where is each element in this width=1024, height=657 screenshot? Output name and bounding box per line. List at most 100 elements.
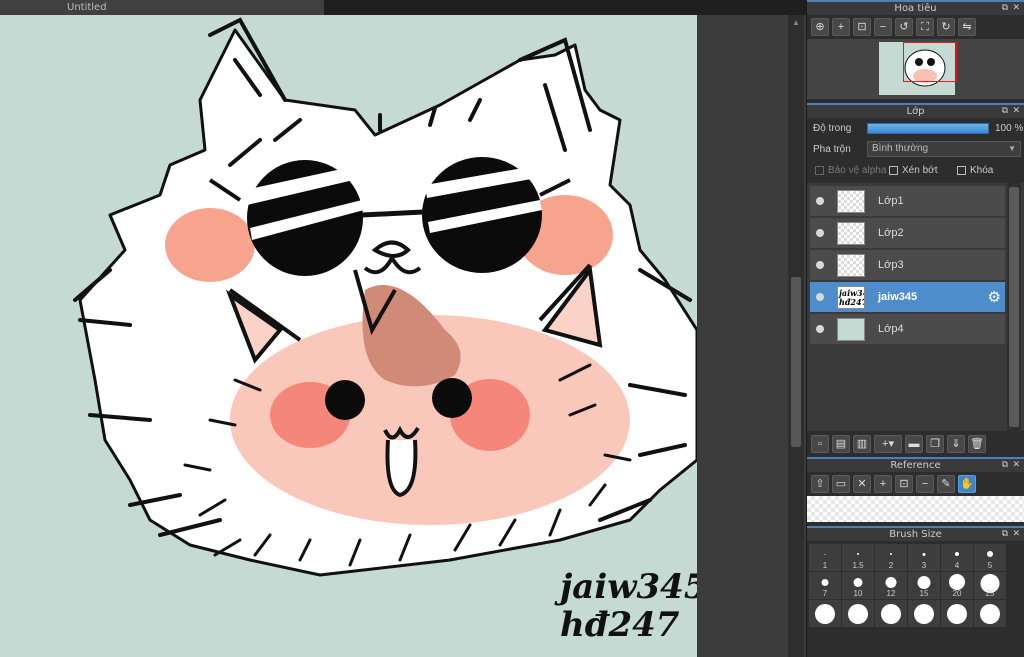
brush-size-title: Brush Size (889, 529, 942, 540)
protect-alpha-checkbox[interactable]: Bảo vệ alpha (815, 165, 886, 176)
brush-size-cell[interactable] (842, 600, 874, 627)
duplicate-layer-icon[interactable]: ❐ (926, 435, 944, 453)
navigator-preview[interactable] (807, 39, 1024, 99)
upload-icon[interactable]: ⇧ (811, 475, 829, 493)
reference-canvas[interactable] (807, 496, 1024, 522)
artboard[interactable]: jaiw345 hđ247 (0, 15, 697, 657)
layer-thumbnail (837, 190, 865, 213)
brush-size-cell[interactable]: 25 (974, 572, 1006, 599)
brush-size-cell[interactable]: 7 (809, 572, 841, 599)
reference-panel: Reference ⧉ ✕ ⇧ ▭ ✕ + ⊡ − ✎ ✋ (807, 457, 1024, 522)
zoom-in-icon[interactable]: + (874, 475, 892, 493)
navigator-header: Hoa tiêu ⧉ ✕ (807, 0, 1024, 15)
brush-size-cell[interactable] (809, 600, 841, 627)
visibility-eye-icon[interactable] (816, 229, 824, 237)
brush-size-cell[interactable]: 5 (974, 544, 1006, 571)
brush-size-cell[interactable]: 10 (842, 572, 874, 599)
brush-size-label: 10 (853, 589, 863, 598)
canvas-vertical-scrollbar[interactable]: ▲ (788, 15, 804, 657)
zoom-fit-icon[interactable]: ⊕ (811, 18, 829, 36)
layer-row[interactable]: Lớp3 (810, 250, 1005, 281)
brush-size-cell[interactable]: 3 (908, 544, 940, 571)
layer-thumbnail: jaiw345 hđ247 (837, 286, 865, 309)
layer-name: Lớp3 (878, 259, 904, 271)
hand-icon[interactable]: ✋ (958, 475, 976, 493)
brush-size-cell[interactable]: 1 (809, 544, 841, 571)
brush-size-label: 12 (886, 589, 896, 598)
undock-icon[interactable]: ⧉ (1002, 105, 1008, 118)
rotate-left-icon[interactable]: ↺ (895, 18, 913, 36)
zoom-out-icon[interactable]: − (874, 18, 892, 36)
new-layer-8bit-icon[interactable]: ▤ (832, 435, 850, 453)
blend-label: Pha trộn (813, 144, 851, 155)
merge-layer-icon[interactable]: ⇓ (947, 435, 965, 453)
fit-window-icon[interactable]: ⊡ (895, 475, 913, 493)
scroll-up-icon[interactable]: ▲ (791, 18, 801, 28)
undock-icon[interactable]: ⧉ (1002, 528, 1008, 541)
delete-layer-icon[interactable]: 🗑 (968, 435, 986, 453)
zoom-out-icon[interactable]: − (916, 475, 934, 493)
brush-size-cell[interactable]: 2 (875, 544, 907, 571)
close-icon[interactable]: ✕ (1012, 105, 1020, 118)
canvas-area[interactable]: Untitled jaiw345 hđ247 ▲ (0, 0, 806, 657)
brush-size-cell[interactable] (974, 600, 1006, 627)
brush-dot-icon (824, 553, 826, 555)
document-tab[interactable]: Untitled (0, 0, 324, 15)
folder-icon[interactable]: ▬ (905, 435, 923, 453)
brush-size-cell[interactable]: 4 (941, 544, 973, 571)
new-layer-1bit-icon[interactable]: ▥ (853, 435, 871, 453)
undock-icon[interactable]: ⧉ (1002, 2, 1008, 15)
brush-size-cell[interactable]: 15 (908, 572, 940, 599)
close-icon[interactable]: ✕ (1012, 459, 1020, 472)
fullscreen-icon[interactable]: ⛶ (916, 18, 934, 36)
layer-row-selected[interactable]: jaiw345 hđ247 jaiw345 ⚙ (810, 282, 1005, 313)
brush-dot-icon (890, 553, 892, 555)
brush-size-cell[interactable]: 1.5 (842, 544, 874, 571)
close-reference-icon[interactable]: ✕ (853, 475, 871, 493)
layer-row[interactable]: Lớp1 (810, 186, 1005, 217)
brush-size-cell[interactable]: 12 (875, 572, 907, 599)
layer-scroll-thumb[interactable] (1009, 187, 1019, 427)
brush-size-cell[interactable] (908, 600, 940, 627)
visibility-eye-icon[interactable] (816, 325, 824, 333)
brush-size-cell[interactable] (941, 600, 973, 627)
undock-icon[interactable]: ⧉ (1002, 459, 1008, 472)
opacity-label: Độ trong (813, 123, 852, 134)
opacity-slider[interactable] (867, 123, 989, 134)
brush-size-cell[interactable]: 20 (941, 572, 973, 599)
visibility-eye-icon[interactable] (816, 197, 824, 205)
brush-size-label: 7 (822, 589, 828, 598)
visibility-eye-icon[interactable] (816, 261, 824, 269)
brush-size-label: 15 (919, 589, 929, 598)
fit-window-icon[interactable]: ⊡ (853, 18, 871, 36)
close-icon[interactable]: ✕ (1012, 528, 1020, 541)
visibility-eye-icon[interactable] (816, 293, 824, 301)
layer-name: Lớp4 (878, 323, 904, 335)
flip-icon[interactable]: ⇋ (958, 18, 976, 36)
new-layer-icon[interactable]: ▫ (811, 435, 829, 453)
rotate-right-icon[interactable]: ↻ (937, 18, 955, 36)
blend-mode-select[interactable]: Bình thường ▼ (867, 141, 1021, 157)
brush-size-header: Brush Size ⧉ ✕ (807, 526, 1024, 541)
close-icon[interactable]: ✕ (1012, 2, 1020, 15)
zoom-in-icon[interactable]: + (832, 18, 850, 36)
layer-row[interactable]: Lớp4 (810, 314, 1005, 345)
brush-size-cell[interactable] (875, 600, 907, 627)
clipping-checkbox[interactable]: Xén bớt (889, 165, 937, 176)
canvas-scroll-thumb[interactable] (791, 277, 801, 447)
gear-icon[interactable]: ⚙ (988, 288, 1001, 306)
layer-list-scrollbar[interactable] (1007, 183, 1021, 431)
layer-row[interactable]: Lớp2 (810, 218, 1005, 249)
document-tab-bar: Untitled (0, 0, 806, 15)
lock-checkbox[interactable]: Khóa (957, 165, 993, 176)
eyedropper-icon[interactable]: ✎ (937, 475, 955, 493)
navigator-view-rect[interactable] (903, 42, 957, 82)
signature-text: jaiw345 hđ247 (560, 568, 697, 644)
layers-panel: Lớp ⧉ ✕ Độ trong 100 % Pha trộn Bình thư… (807, 103, 1024, 457)
open-folder-icon[interactable]: ▭ (832, 475, 850, 493)
add-layer-menu-icon[interactable]: +▾ (874, 435, 902, 453)
brush-dot-icon (914, 604, 934, 624)
blend-mode-value: Bình thường (872, 143, 929, 154)
brush-dot-icon (821, 578, 829, 586)
brush-dot-icon (955, 552, 959, 556)
